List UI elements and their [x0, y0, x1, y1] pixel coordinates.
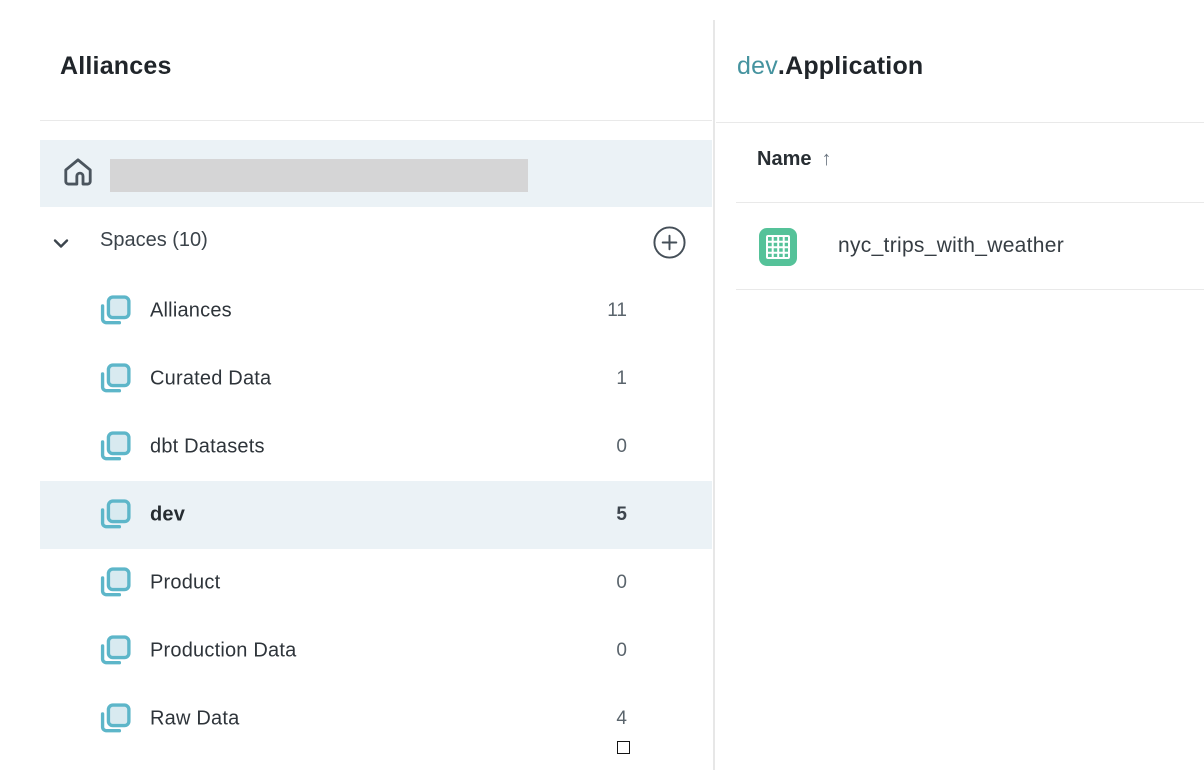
app-root: Alliances Spaces (10): [0, 0, 1204, 770]
space-item-count: 0: [616, 572, 627, 594]
space-icon: [96, 292, 134, 330]
space-item-count: 11: [607, 300, 627, 322]
sidebar-title: Alliances: [60, 52, 172, 81]
sidebar-item-product[interactable]: Product 0: [40, 549, 712, 617]
space-item-label: Curated Data: [150, 368, 271, 391]
space-item-count: 4: [616, 708, 627, 730]
spaces-section-header: Spaces (10): [40, 225, 712, 261]
home-item[interactable]: [40, 140, 712, 207]
dataset-name: nyc_trips_with_weather: [838, 234, 1064, 258]
space-icon: [96, 428, 134, 466]
sidebar-item-production-data[interactable]: Production Data 0: [40, 617, 712, 685]
table-icon: [758, 227, 798, 267]
space-item-label: dev: [150, 504, 185, 527]
panel-divider: [713, 20, 715, 770]
sidebar: Alliances Spaces (10): [0, 0, 713, 770]
space-icon: [96, 700, 134, 738]
spaces-section-label[interactable]: Spaces (10): [100, 229, 208, 252]
main-panel: dev.Application Name ↑ nyc_trips_with_wea…: [716, 0, 1204, 770]
breadcrumb-space[interactable]: dev: [737, 52, 778, 80]
space-icon: [96, 360, 134, 398]
space-item-label: Alliances: [150, 300, 232, 323]
main-title-divider: [716, 122, 1204, 123]
space-item-count: 5: [616, 504, 627, 526]
sort-asc-icon: ↑: [821, 148, 831, 170]
table-row[interactable]: nyc_trips_with_weather: [736, 203, 1204, 289]
breadcrumb-separator: .: [778, 52, 785, 80]
row-divider: [736, 289, 1204, 290]
space-icon: [96, 564, 134, 602]
sidebar-item-raw-data[interactable]: Raw Data 4: [40, 685, 712, 753]
space-item-label: Raw Data: [150, 708, 239, 731]
breadcrumb-title: dev.Application: [737, 52, 923, 81]
space-item-count: 0: [616, 640, 627, 662]
space-icon: [96, 632, 134, 670]
chevron-down-icon[interactable]: [50, 232, 72, 254]
breadcrumb-entity: Application: [785, 52, 923, 80]
column-label: Name: [757, 148, 811, 170]
sidebar-title-divider: [40, 120, 712, 121]
home-icon: [60, 155, 96, 191]
sidebar-item-dev[interactable]: dev 5: [40, 481, 712, 549]
sidebar-item-curated-data[interactable]: Curated Data 1: [40, 345, 712, 413]
sidebar-item-alliances[interactable]: Alliances 11: [40, 277, 712, 345]
add-space-button[interactable]: [652, 225, 687, 260]
space-item-label: Product: [150, 572, 220, 595]
space-item-count: 0: [616, 436, 627, 458]
selection-artifact-square: [617, 741, 630, 754]
space-item-count: 1: [616, 368, 627, 390]
home-label-placeholder: [110, 159, 528, 192]
space-icon: [96, 496, 134, 534]
space-item-label: dbt Datasets: [150, 436, 265, 459]
sidebar-item-dbt-datasets[interactable]: dbt Datasets 0: [40, 413, 712, 481]
space-item-label: Production Data: [150, 640, 296, 663]
column-header-name[interactable]: Name ↑: [757, 148, 831, 178]
spaces-list: Alliances 11 Curated Data 1: [40, 277, 712, 753]
